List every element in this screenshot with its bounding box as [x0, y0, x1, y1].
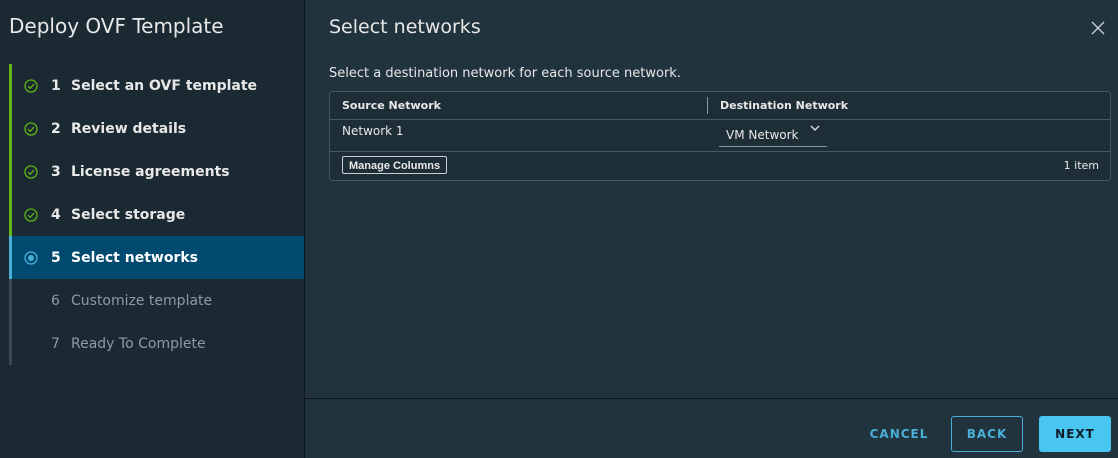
- page-title: Select networks: [329, 16, 481, 38]
- step-select-networks[interactable]: 5 Select networks: [9, 236, 304, 279]
- step-number: 7: [51, 335, 60, 352]
- dot-circle-icon: [23, 250, 39, 266]
- step-label: Select networks: [71, 249, 198, 266]
- table-row: Network 1 VM Network: [330, 120, 1110, 152]
- step-select-ovf-template[interactable]: 1 Select an OVF template: [9, 64, 304, 107]
- step-number: 4: [51, 206, 61, 223]
- destination-network-value: VM Network: [726, 128, 799, 142]
- next-button[interactable]: NEXT: [1039, 416, 1111, 452]
- column-header-source-network[interactable]: Source Network: [342, 99, 441, 112]
- source-network-cell: Network 1: [342, 124, 404, 138]
- step-select-storage[interactable]: 4 Select storage: [9, 193, 304, 236]
- cancel-button[interactable]: CANCEL: [860, 416, 938, 452]
- network-mapping-grid: Source Network Destination Network Netwo…: [329, 91, 1111, 181]
- wizard-sidebar: Deploy OVF Template 1 Select an OVF temp…: [0, 0, 304, 458]
- grid-footer: Manage Columns 1 item: [330, 152, 1110, 180]
- step-number: 1: [51, 77, 61, 94]
- wizard-steps: 1 Select an OVF template 2 Review detail…: [9, 64, 304, 365]
- step-placeholder-icon: [23, 336, 39, 352]
- step-review-details[interactable]: 2 Review details: [9, 107, 304, 150]
- step-customize-template: 6 Customize template: [9, 279, 304, 322]
- step-license-agreements[interactable]: 3 License agreements: [9, 150, 304, 193]
- step-label: Select an OVF template: [71, 77, 258, 94]
- column-separator[interactable]: [707, 97, 708, 114]
- step-label: Review details: [71, 120, 187, 137]
- step-number: 6: [51, 292, 60, 309]
- check-circle-icon: [23, 121, 39, 137]
- grid-header: Source Network Destination Network: [330, 92, 1110, 120]
- column-header-destination-network[interactable]: Destination Network: [720, 99, 848, 112]
- close-icon[interactable]: [1088, 18, 1108, 38]
- item-count: 1 item: [1063, 159, 1099, 172]
- destination-network-select[interactable]: VM Network: [719, 122, 827, 147]
- back-button[interactable]: BACK: [951, 416, 1023, 452]
- sidebar-divider: [304, 0, 305, 458]
- step-number: 2: [51, 120, 61, 137]
- chevron-down-icon: [809, 122, 821, 134]
- step-ready-to-complete: 7 Ready To Complete: [9, 322, 304, 365]
- page-subtitle: Select a destination network for each so…: [329, 66, 681, 81]
- step-label: Select storage: [71, 206, 186, 223]
- wizard-title: Deploy OVF Template: [9, 14, 224, 38]
- check-circle-icon: [23, 78, 39, 94]
- check-circle-icon: [23, 207, 39, 223]
- footer-divider: [305, 398, 1118, 399]
- step-label: Customize template: [71, 292, 213, 309]
- check-circle-icon: [23, 164, 39, 180]
- step-placeholder-icon: [23, 293, 39, 309]
- step-label: License agreements: [71, 163, 230, 180]
- step-number: 3: [51, 163, 61, 180]
- step-number: 5: [51, 249, 61, 266]
- manage-columns-button[interactable]: Manage Columns: [342, 156, 448, 174]
- step-label: Ready To Complete: [71, 335, 206, 352]
